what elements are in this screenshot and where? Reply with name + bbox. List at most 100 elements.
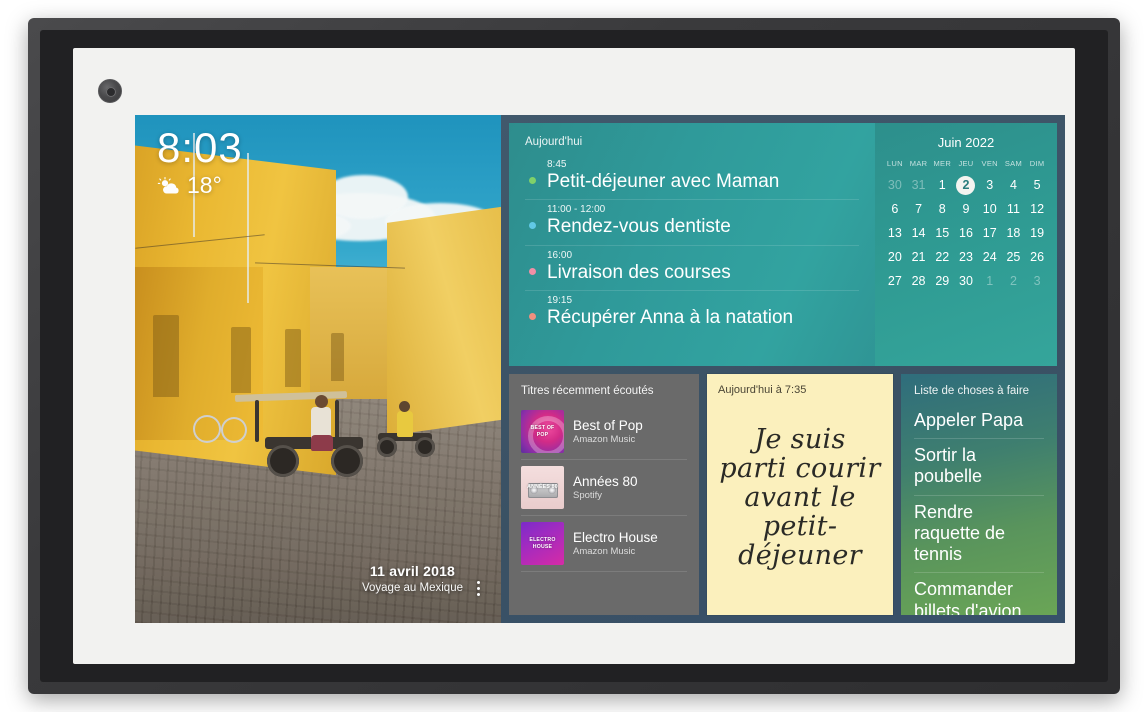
more-vertical-icon[interactable]	[471, 577, 485, 599]
calendar-day[interactable]: 21	[907, 248, 931, 267]
photo-album-name: Voyage au Mexique	[361, 581, 463, 594]
todo-item[interactable]: Rendre raquette de tennis	[914, 496, 1044, 574]
calendar-day[interactable]: 23	[954, 248, 978, 267]
track-title: Electro House	[573, 529, 658, 545]
album-art-label: ELECTRO HOUSE	[529, 537, 556, 550]
calendar-day[interactable]: 7	[907, 200, 931, 219]
calendar-day[interactable]: 28	[907, 272, 931, 291]
agenda-panel[interactable]: Aujourd'hui 8:45 Petit-déjeuner avec Mama…	[509, 123, 875, 366]
photo-door	[285, 329, 301, 387]
calendar-panel[interactable]: Juin 2022 LUN MAR MER JEU VEN SAM DIM 30 31 1 2 3 4 5…	[875, 123, 1057, 366]
calendar-day[interactable]: 15	[930, 224, 954, 243]
photo-rider-head	[315, 395, 328, 408]
photo-wheel	[331, 445, 363, 477]
calendar-day[interactable]: 26	[1025, 248, 1049, 267]
calendar-day[interactable]: 12	[1025, 200, 1049, 219]
calendar-day[interactable]: 1	[978, 272, 1002, 291]
calendar-day[interactable]: 18	[1002, 224, 1026, 243]
calendar-day[interactable]: 11	[1002, 200, 1026, 219]
calendar-day[interactable]: 29	[930, 272, 954, 291]
clock-time: 8:03	[157, 124, 243, 171]
calendar-day[interactable]: 22	[930, 248, 954, 267]
album-art: BEST OF POP	[521, 410, 564, 453]
todo-header: Liste de choses à faire	[914, 385, 1030, 397]
agenda-item[interactable]: 8:45 Petit-déjeuner avec Maman	[525, 155, 859, 201]
todo-list: Appeler Papa Sortir la poubelle Rendre raq…	[914, 404, 1044, 615]
camera-icon	[98, 79, 122, 103]
calendar-day[interactable]: 3	[1025, 272, 1049, 291]
photo-cart-post	[335, 400, 339, 440]
photo-rider-legs	[311, 435, 333, 451]
agenda-item-time: 8:45	[547, 159, 567, 170]
widgets-area: Aujourd'hui 8:45 Petit-déjeuner avec Mama…	[501, 115, 1065, 623]
todo-item[interactable]: Appeler Papa	[914, 404, 1044, 440]
todo-item[interactable]: Commander billets d'avion	[914, 573, 1044, 615]
track-item[interactable]: ANNÉES 80 Années 80 Spotify	[521, 460, 687, 516]
track-title: Années 80	[573, 473, 638, 489]
calendar-day[interactable]: 5	[1025, 176, 1049, 195]
album-art: ANNÉES 80	[521, 466, 564, 509]
agenda-bullet-icon	[529, 312, 536, 320]
calendar-day[interactable]: 10	[978, 200, 1002, 219]
calendar-day[interactable]: 31	[907, 176, 931, 195]
calendar-day[interactable]: 16	[954, 224, 978, 243]
calendar-day[interactable]: 24	[978, 248, 1002, 267]
agenda-header: Aujourd'hui	[525, 136, 583, 148]
note-timestamp: Aujourd'hui à 7:35	[718, 384, 807, 396]
agenda-item-title: Petit-déjeuner avec Maman	[547, 171, 780, 192]
calendar-day[interactable]: 19	[1025, 224, 1049, 243]
calendar-day[interactable]: 4	[1002, 176, 1026, 195]
weather-widget: 18°	[157, 174, 243, 197]
photo-panel[interactable]: 8:03 18° 11 avril 2018 Voyage au Mexique	[135, 115, 501, 623]
calendar-day[interactable]: 14	[907, 224, 931, 243]
calendar-day[interactable]: 27	[883, 272, 907, 291]
calendar-weekday-label: MER	[933, 159, 952, 168]
agenda-item-time: 11:00 - 12:00	[547, 204, 606, 216]
note-text: Je suis parti courir avant le petit-déje…	[719, 423, 881, 572]
todo-item[interactable]: Sortir la poubelle	[914, 439, 1044, 496]
track-title: Best of Pop	[573, 417, 643, 433]
music-panel[interactable]: Titres récemment écoutés BEST OF POP Best …	[509, 374, 699, 615]
sticky-note-panel[interactable]: Aujourd'hui à 7:35 Je suis parti courir …	[707, 374, 893, 615]
photo-rider-head	[399, 401, 410, 412]
calendar-weekday-label: DIM	[1029, 159, 1045, 168]
agenda-item[interactable]: 11:00 - 12:00 Rendez-vous dentiste	[525, 200, 859, 246]
calendar-day[interactable]: 2	[1002, 272, 1026, 291]
agenda-item-time: 16:00	[547, 249, 573, 261]
calendar-day[interactable]: 30	[883, 176, 907, 195]
calendar-day[interactable]: 1	[930, 176, 954, 195]
clock-widget: 8:03 18°	[157, 127, 243, 197]
photo-bicycle-wheel	[221, 417, 247, 443]
calendar-day[interactable]: 3	[978, 176, 1002, 195]
agenda-item-time: 19:15	[547, 294, 573, 306]
music-header: Titres récemment écoutés	[521, 385, 654, 397]
calendar-day-today[interactable]: 2	[954, 176, 978, 195]
agenda-bullet-icon	[529, 177, 536, 184]
calendar-day[interactable]: 13	[883, 224, 907, 243]
track-item[interactable]: ELECTRO HOUSE Electro House Amazon Music	[521, 516, 687, 572]
agenda-item[interactable]: 19:15 Récupérer Anna à la natation	[525, 291, 859, 335]
calendar-day[interactable]: 25	[1002, 248, 1026, 267]
photo-door	[231, 327, 251, 393]
device-frame: 8:03 18° 11 avril 2018 Voyage au Mexique…	[28, 18, 1120, 694]
todo-panel[interactable]: Liste de choses à faire Appeler Papa Sort…	[901, 374, 1057, 615]
calendar-day[interactable]: 17	[978, 224, 1002, 243]
calendar-day[interactable]: 9	[954, 200, 978, 219]
agenda-item[interactable]: 16:00 Livraison des courses	[525, 246, 859, 291]
calendar-day[interactable]: 6	[883, 200, 907, 219]
calendar-day[interactable]: 30	[954, 272, 978, 291]
photo-wheel	[415, 437, 435, 457]
calendar-day[interactable]: 8	[930, 200, 954, 219]
calendar-weekday-label: VEN	[981, 159, 998, 168]
album-art-label: BEST OF POP	[530, 425, 555, 438]
agenda-item-title: Récupérer Anna à la natation	[547, 306, 794, 328]
agenda-bullet-icon	[529, 222, 536, 230]
track-source: Spotify	[573, 490, 603, 502]
track-source: Amazon Music	[573, 546, 636, 558]
track-item[interactable]: BEST OF POP Best of Pop Amazon Music	[521, 404, 687, 460]
photo-wheel	[377, 437, 397, 457]
calendar-weekday-label: JEU	[958, 159, 974, 168]
photo-rider	[397, 411, 413, 437]
calendar-day[interactable]: 20	[883, 248, 907, 267]
track-list: BEST OF POP Best of Pop Amazon Music ANNÉES …	[521, 404, 687, 572]
